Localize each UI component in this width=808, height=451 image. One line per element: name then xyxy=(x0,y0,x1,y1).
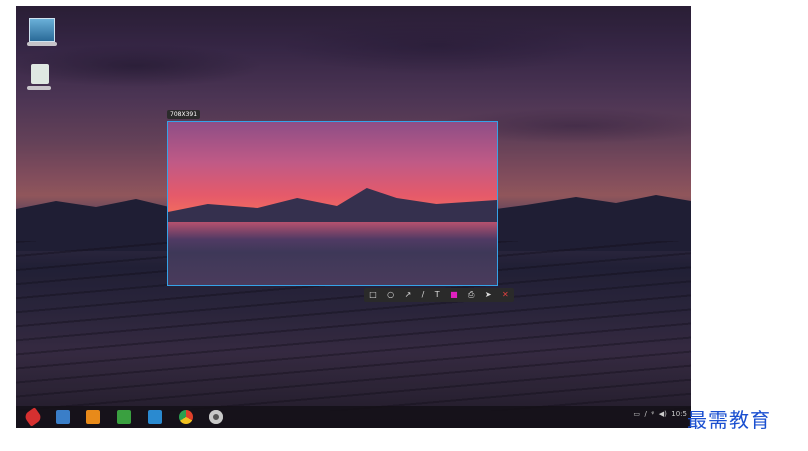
store-icon[interactable] xyxy=(86,410,100,424)
ellipse-tool-icon[interactable]: ○ xyxy=(387,288,394,302)
chrome-icon[interactable] xyxy=(179,410,193,424)
close-icon[interactable]: ✕ xyxy=(502,288,509,302)
color-swatch[interactable]: ■ xyxy=(450,288,458,302)
launcher-icon[interactable] xyxy=(23,407,43,427)
usb-icon[interactable]: ᵠ xyxy=(651,410,654,418)
arrow-tool-icon[interactable]: ↗ xyxy=(405,288,412,302)
terminal-icon[interactable] xyxy=(117,410,131,424)
annotation-toolbar: □ ○ ↗ / T ■ ⎙ ➤ ✕ xyxy=(364,288,514,302)
computer-icon-label xyxy=(27,42,57,46)
text-tool-icon[interactable]: T xyxy=(435,288,440,302)
computer-icon[interactable] xyxy=(29,18,55,42)
system-tray: ▭ / ᵠ ◀) 10:5 xyxy=(633,410,687,418)
selection-mountain xyxy=(168,188,497,222)
rect-tool-icon[interactable]: □ xyxy=(369,288,377,302)
file-manager-icon[interactable] xyxy=(56,410,70,424)
pen-tool-icon[interactable]: / xyxy=(422,288,425,302)
taskbar: ▭ / ᵠ ◀) 10:5 xyxy=(16,406,691,428)
pen-icon[interactable]: / xyxy=(645,410,647,418)
capture-selection[interactable] xyxy=(167,121,498,286)
share-icon[interactable]: ➤ xyxy=(485,288,492,302)
selection-size-label: 708X391 xyxy=(167,110,201,119)
trash-icon-label xyxy=(27,86,51,90)
media-player-icon[interactable] xyxy=(148,410,162,424)
settings-gear-icon[interactable] xyxy=(209,410,223,424)
trash-icon[interactable] xyxy=(31,64,49,84)
save-icon[interactable]: ⎙ xyxy=(468,288,474,302)
watermark-brand: 最需教育 xyxy=(687,408,771,432)
volume-icon[interactable]: ◀) xyxy=(659,410,667,418)
clock[interactable]: 10:5 xyxy=(671,410,687,418)
keyboard-icon[interactable]: ▭ xyxy=(633,410,640,418)
